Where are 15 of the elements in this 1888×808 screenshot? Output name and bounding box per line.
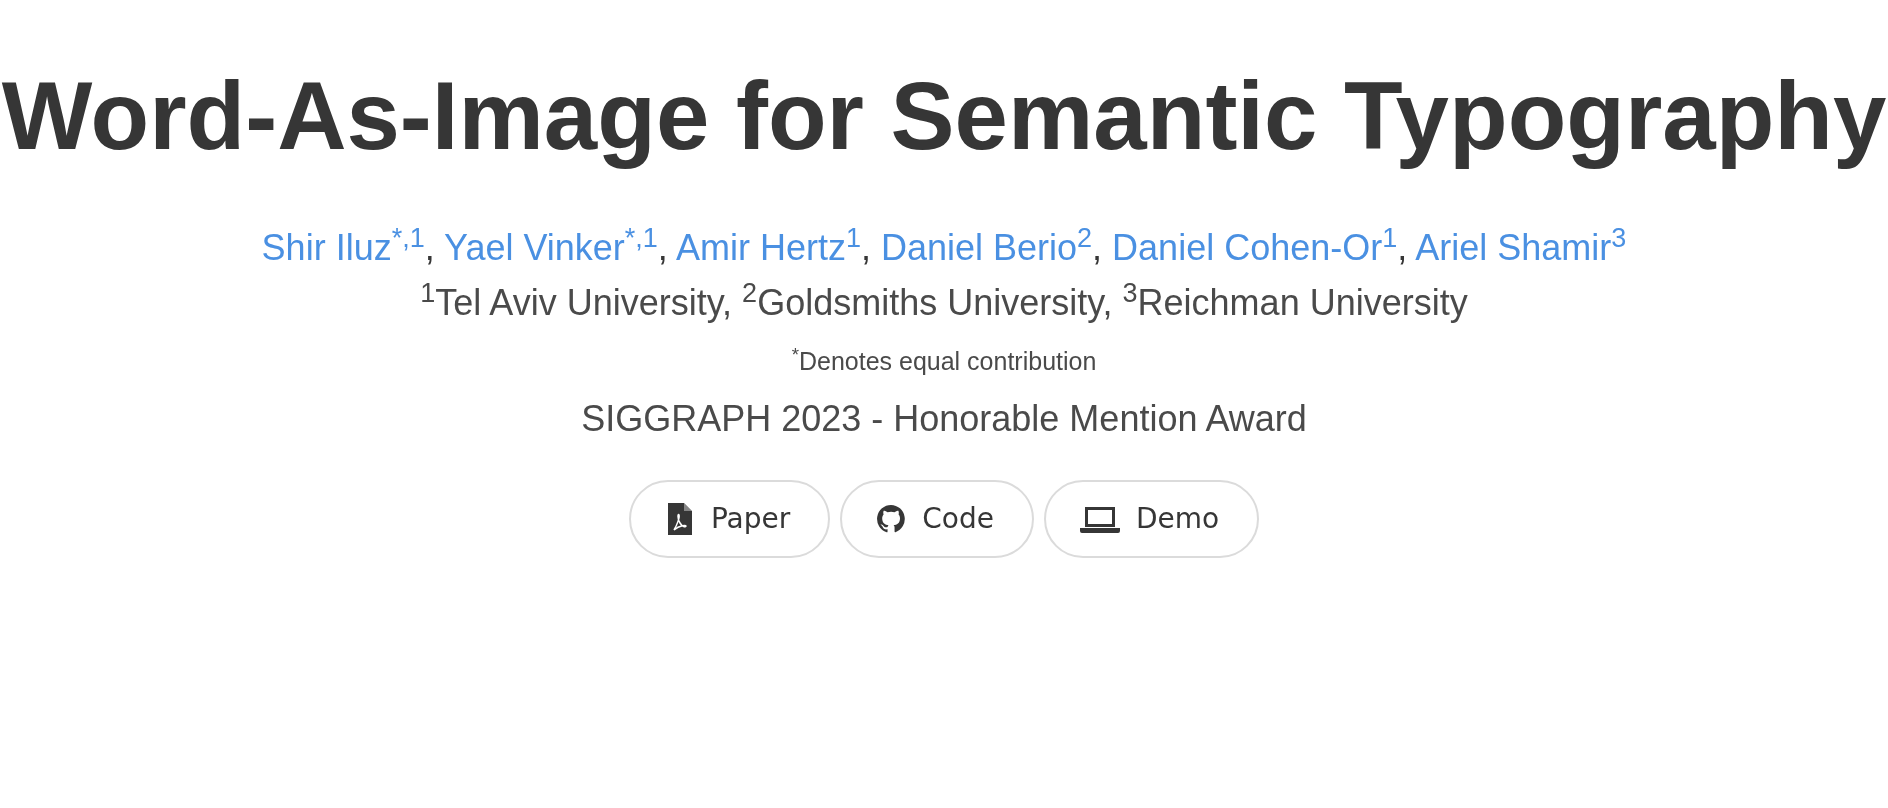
author-link[interactable]: Daniel Berio$^{2}$	[880, 227, 1093, 269]
affiliations: $^{1}$Tel Aviv University, $^{2}$Goldsmiths University, $^{3}$Reichman University	[420, 280, 1468, 325]
author-link[interactable]: Ariel Shamir$^{3}$	[1415, 227, 1627, 269]
author-list: Shir Iluz$^{*,1}$, Yael Vinker$^{*,1}$, Amir Hertz$^{1}$, Daniel Berio$^{2}$, Daniel Cohen-Or$^{1}$, Ariel Shamir$^{3}$	[261, 225, 1627, 272]
contribution-note: $^{*}$Denotes equal contribution	[791, 346, 1097, 376]
author-link[interactable]: Yael Vinker$^{*,1}$	[444, 227, 658, 269]
author-link[interactable]: Shir Iluz$^{*,1}$	[261, 227, 425, 269]
link-button[interactable]: Paper	[628, 479, 831, 558]
author-link[interactable]: Amir Hertz$^{1}$	[675, 227, 861, 269]
author-link[interactable]: Daniel Cohen-Or$^{1}$	[1112, 227, 1398, 269]
link-button[interactable]: Code	[840, 479, 1034, 558]
link-button[interactable]: Demo	[1043, 479, 1260, 558]
venue-text: SIGGRAPH 2023 - Honorable Mention Award	[581, 397, 1307, 440]
github-icon	[876, 502, 907, 535]
page-title: Word-As-Image for Semantic Typography	[1, 61, 1887, 171]
